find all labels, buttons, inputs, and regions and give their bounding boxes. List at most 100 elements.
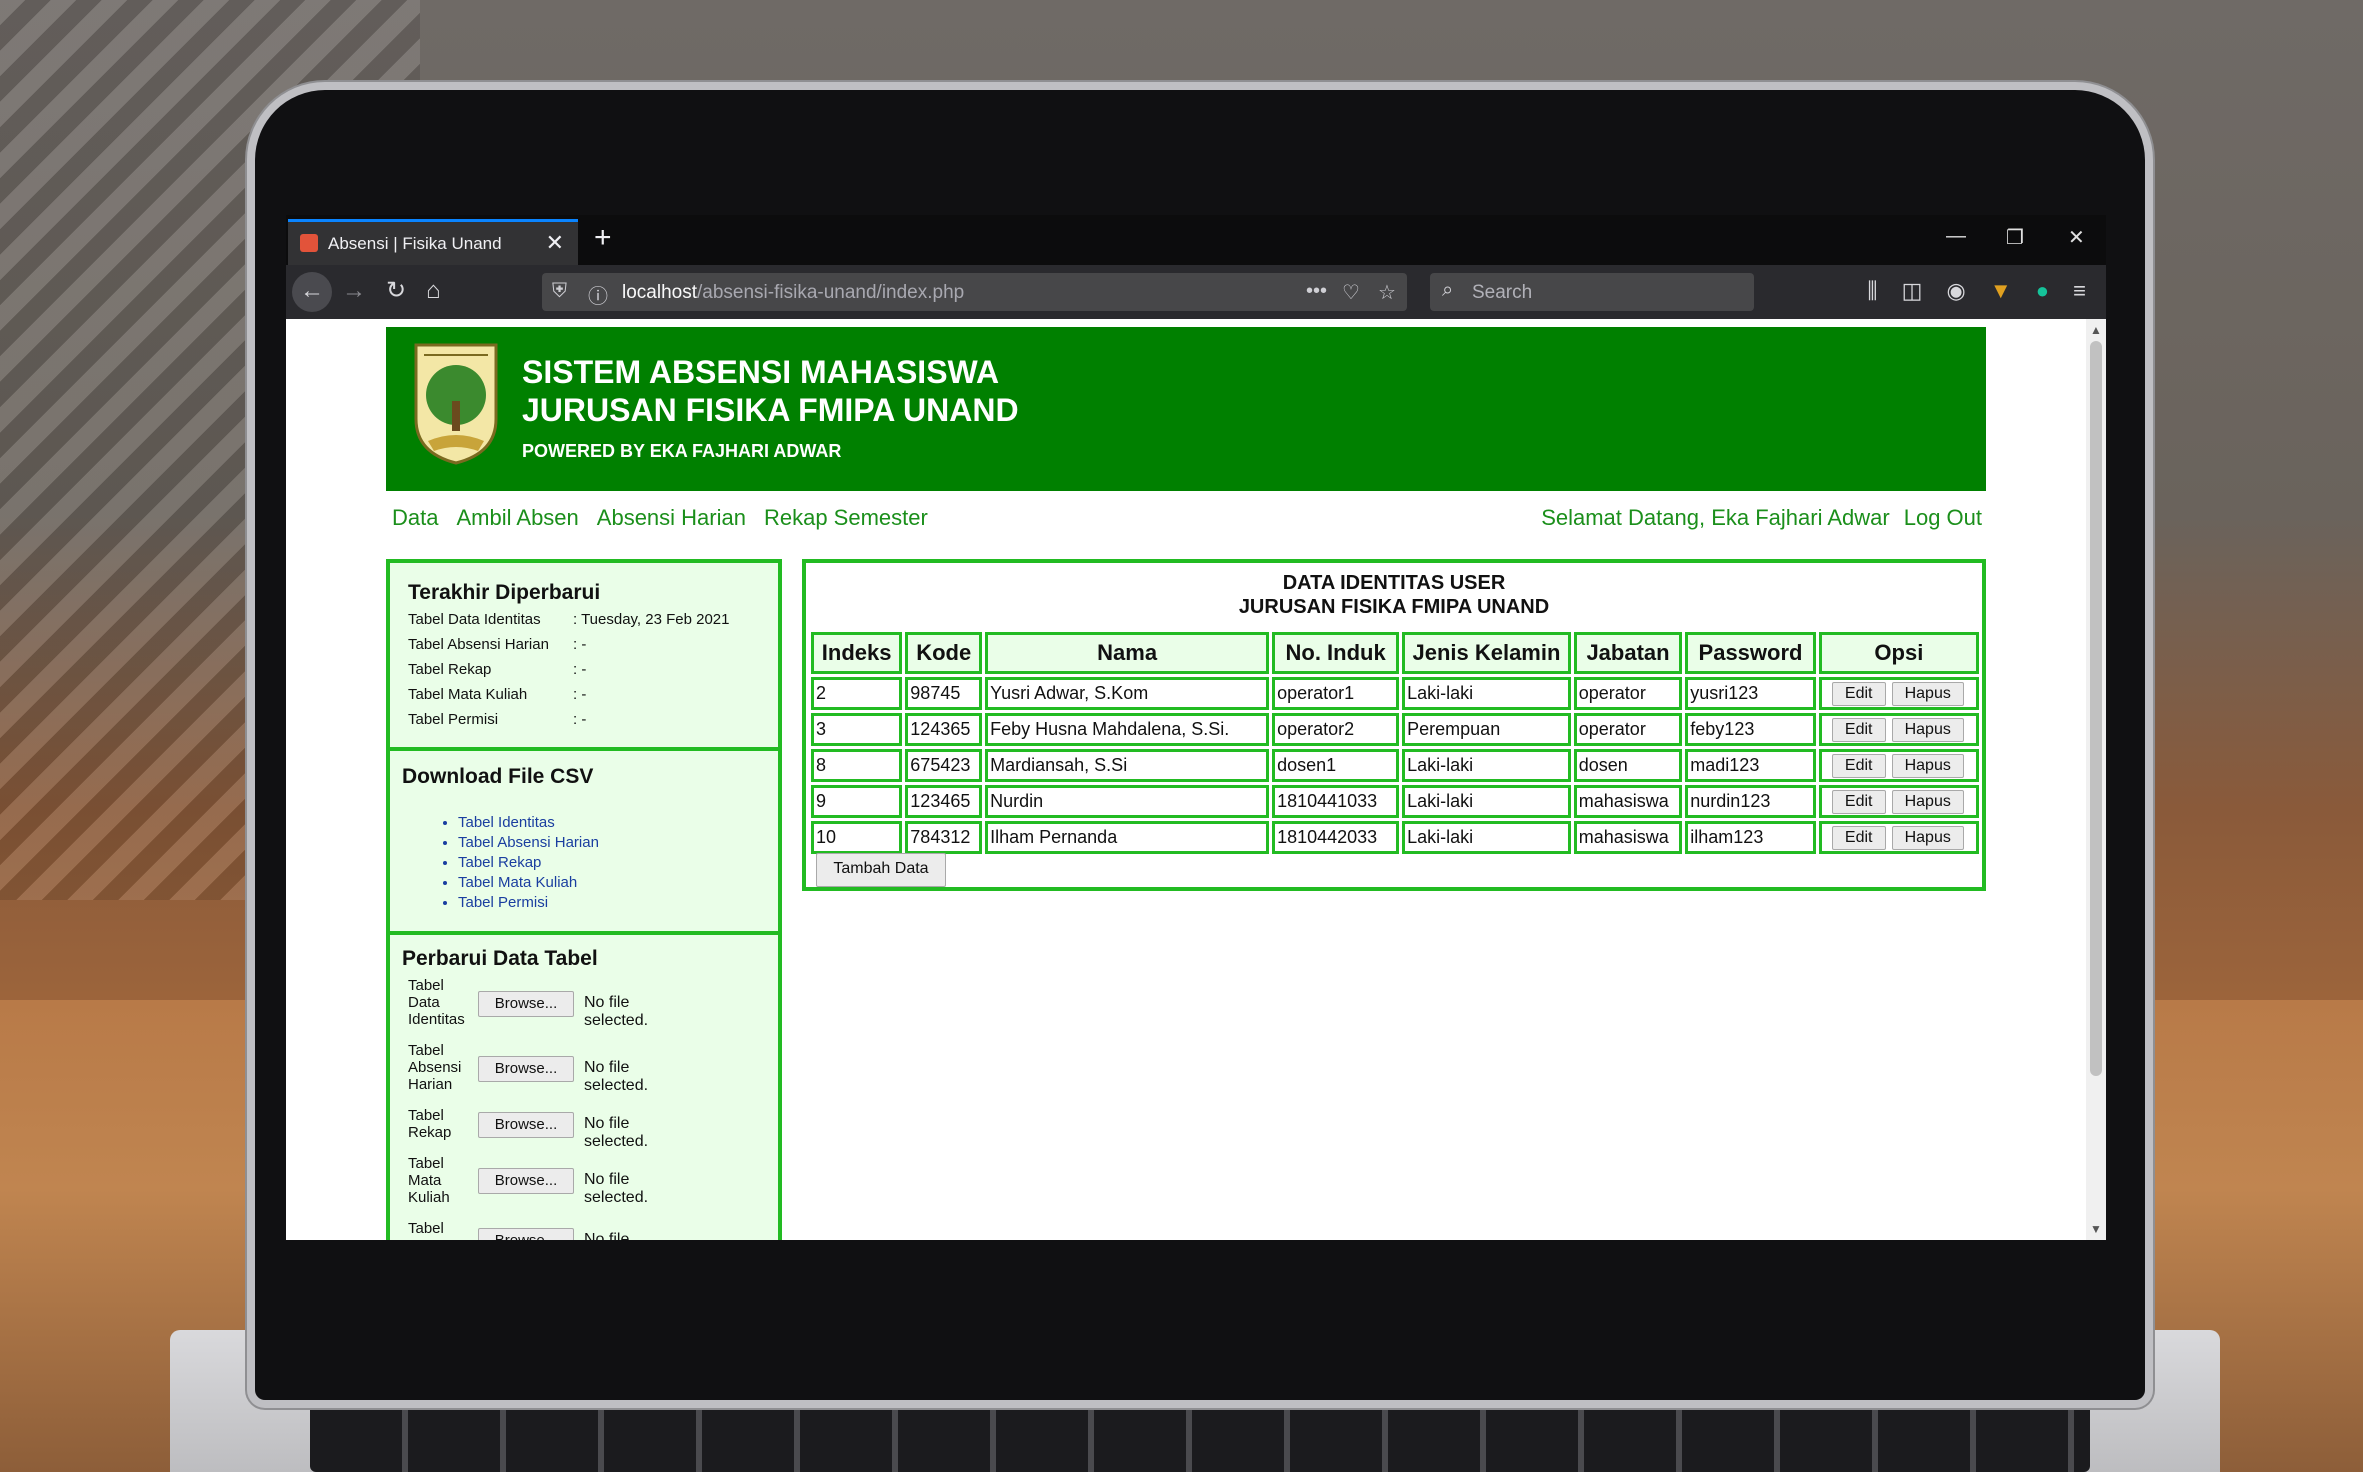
- download-link-rekap[interactable]: Tabel Rekap: [458, 854, 541, 871]
- table-title-line2: JURUSAN FISIKA FMIPA UNAND: [1238, 596, 1550, 618]
- cell-opsi: Edit Hapus: [1818, 785, 1979, 818]
- cell-jabatan: operator: [1573, 677, 1683, 710]
- sidebar-icon[interactable]: ◫: [1902, 278, 1923, 303]
- info-icon[interactable]: ⓘ: [588, 280, 608, 309]
- add-data-button[interactable]: Tambah Data: [816, 853, 946, 887]
- reload-icon[interactable]: ↻: [386, 277, 406, 305]
- download-link-mata-kuliah[interactable]: Tabel Mata Kuliah: [458, 874, 577, 891]
- pocket-icon[interactable]: ♡: [1342, 280, 1360, 305]
- delete-button[interactable]: Hapus: [1891, 753, 1964, 778]
- column-header: Password: [1685, 632, 1816, 674]
- edit-button[interactable]: Edit: [1831, 825, 1886, 850]
- user-data-panel: DATA IDENTITAS USER JURUSAN FISIKA FMIPA…: [802, 559, 1986, 891]
- table-row: 9 123465 Nurdin 1810441033 Laki-laki mah…: [811, 785, 1979, 818]
- browse-button[interactable]: Browse...: [478, 1112, 574, 1138]
- list-item: Tabel Rekap: [458, 853, 599, 873]
- delete-button[interactable]: Hapus: [1891, 825, 1964, 850]
- last-updated-row: Tabel Absensi Harian: -: [408, 636, 587, 653]
- table-row: 2 98745 Yusri Adwar, S.Kom operator1 Lak…: [811, 677, 1979, 710]
- download-csv-panel: Download File CSV Tabel Identitas Tabel …: [386, 747, 782, 935]
- delete-button[interactable]: Hapus: [1891, 681, 1964, 706]
- grammarly-icon[interactable]: ●: [2036, 278, 2049, 303]
- welcome-text[interactable]: Selamat Datang, Eka Fajhari Adwar: [1541, 505, 1890, 530]
- table-row: 10 784312 Ilham Pernanda 1810442033 Laki…: [811, 821, 1979, 854]
- cell-nama: Yusri Adwar, S.Kom: [985, 677, 1270, 710]
- edit-button[interactable]: Edit: [1831, 717, 1886, 742]
- site-title-line1: SISTEM ABSENSI MAHASISWA: [522, 354, 1000, 390]
- shield-icon[interactable]: ⛨: [552, 280, 567, 303]
- extension-icon[interactable]: ▼: [1990, 278, 2012, 303]
- menu-ambil-absen[interactable]: Ambil Absen: [456, 505, 578, 530]
- favicon-icon: [300, 234, 318, 252]
- menu-icon[interactable]: ≡: [2073, 278, 2086, 303]
- file-status: No file selected.: [584, 994, 649, 1029]
- cell-password: ilham123: [1685, 821, 1816, 854]
- scroll-up-icon[interactable]: ▲: [2090, 323, 2102, 337]
- tab-bar: Absensi | Fisika Unand ✕ + — ❐ ✕: [286, 215, 2106, 265]
- back-arrow-icon[interactable]: ←: [300, 277, 324, 305]
- close-window-icon[interactable]: ✕: [2068, 225, 2085, 250]
- column-header: Nama: [985, 632, 1270, 674]
- cell-password: nurdin123: [1685, 785, 1816, 818]
- address-bar[interactable]: ⛨ ⓘ localhost/absensi-fisika-unand/index…: [542, 273, 1407, 311]
- delete-button[interactable]: Hapus: [1891, 789, 1964, 814]
- cell-indeks: 2: [811, 677, 903, 710]
- browse-button[interactable]: Browse...: [478, 1168, 574, 1194]
- file-status: No file selected.: [584, 1171, 649, 1206]
- vertical-scrollbar[interactable]: ▲ ▼: [2086, 319, 2106, 1240]
- edit-button[interactable]: Edit: [1831, 753, 1886, 778]
- cell-nama: Ilham Pernanda: [985, 821, 1270, 854]
- cell-jenis-kelamin: Laki-laki: [1402, 821, 1571, 854]
- browser-tab[interactable]: Absensi | Fisika Unand ✕: [288, 219, 578, 265]
- delete-button[interactable]: Hapus: [1891, 717, 1964, 742]
- download-link-identitas[interactable]: Tabel Identitas: [458, 814, 555, 831]
- upload-label: Tabel Mata Kuliah: [408, 1155, 450, 1206]
- list-item: Tabel Identitas: [458, 813, 599, 833]
- browse-button[interactable]: Browse...: [478, 991, 574, 1017]
- cell-kode: 784312: [905, 821, 983, 854]
- file-status: No file selected.: [584, 1231, 630, 1240]
- menu-absensi-harian[interactable]: Absensi Harian: [597, 505, 746, 530]
- site-header: SISTEM ABSENSI MAHASISWA JURUSAN FISIKA …: [386, 327, 1986, 491]
- cell-jenis-kelamin: Laki-laki: [1402, 677, 1571, 710]
- more-actions-icon[interactable]: •••: [1306, 280, 1327, 303]
- edit-button[interactable]: Edit: [1831, 681, 1886, 706]
- menu-rekap-semester[interactable]: Rekap Semester: [764, 505, 928, 530]
- cell-indeks: 3: [811, 713, 903, 746]
- restore-icon[interactable]: ❐: [2006, 225, 2024, 250]
- new-tab-icon[interactable]: +: [594, 221, 612, 255]
- tab-title: Absensi | Fisika Unand: [328, 234, 502, 253]
- toolbar-icons: ⫼ ◫ ◉ ▼ ● ≡: [1849, 278, 2086, 304]
- user-table: Indeks Kode Nama No. Induk Jenis Kelamin…: [808, 629, 1982, 857]
- cell-jenis-kelamin: Laki-laki: [1402, 749, 1571, 782]
- minimize-icon[interactable]: —: [1946, 225, 1966, 248]
- cell-kode: 675423: [905, 749, 983, 782]
- search-bar[interactable]: ⌕ Search: [1430, 273, 1754, 311]
- last-updated-row: Tabel Mata Kuliah: -: [408, 686, 587, 703]
- download-link-absensi-harian[interactable]: Tabel Absensi Harian: [458, 834, 599, 851]
- scroll-down-icon[interactable]: ▼: [2090, 1222, 2102, 1236]
- library-icon[interactable]: ⫼: [1867, 278, 1877, 303]
- cell-indeks: 9: [811, 785, 903, 818]
- column-header: Kode: [905, 632, 983, 674]
- download-link-permisi[interactable]: Tabel Permisi: [458, 894, 548, 911]
- home-icon[interactable]: ⌂: [426, 277, 441, 305]
- bookmark-star-icon[interactable]: ☆: [1378, 280, 1396, 305]
- logout-link[interactable]: Log Out: [1904, 505, 1982, 530]
- menu-data[interactable]: Data: [392, 505, 438, 530]
- column-header: Opsi: [1818, 632, 1979, 674]
- list-item: Tabel Permisi: [458, 893, 599, 913]
- edit-button[interactable]: Edit: [1831, 789, 1886, 814]
- forward-arrow-icon[interactable]: →: [342, 277, 366, 305]
- scrollbar-thumb[interactable]: [2090, 341, 2102, 1076]
- cell-opsi: Edit Hapus: [1818, 677, 1979, 710]
- page-content: SISTEM ABSENSI MAHASISWA JURUSAN FISIKA …: [286, 319, 2086, 1240]
- close-tab-icon[interactable]: ✕: [546, 230, 564, 256]
- cell-indeks: 8: [811, 749, 903, 782]
- column-header: Jabatan: [1573, 632, 1683, 674]
- browse-button[interactable]: Browse...: [478, 1056, 574, 1082]
- account-icon[interactable]: ◉: [1947, 278, 1966, 303]
- last-updated-panel: Terakhir Diperbarui Tabel Data Identitas…: [386, 559, 782, 751]
- url-text: localhost/absensi-fisika-unand/index.php: [622, 282, 965, 303]
- browse-button[interactable]: Browse...: [478, 1228, 574, 1240]
